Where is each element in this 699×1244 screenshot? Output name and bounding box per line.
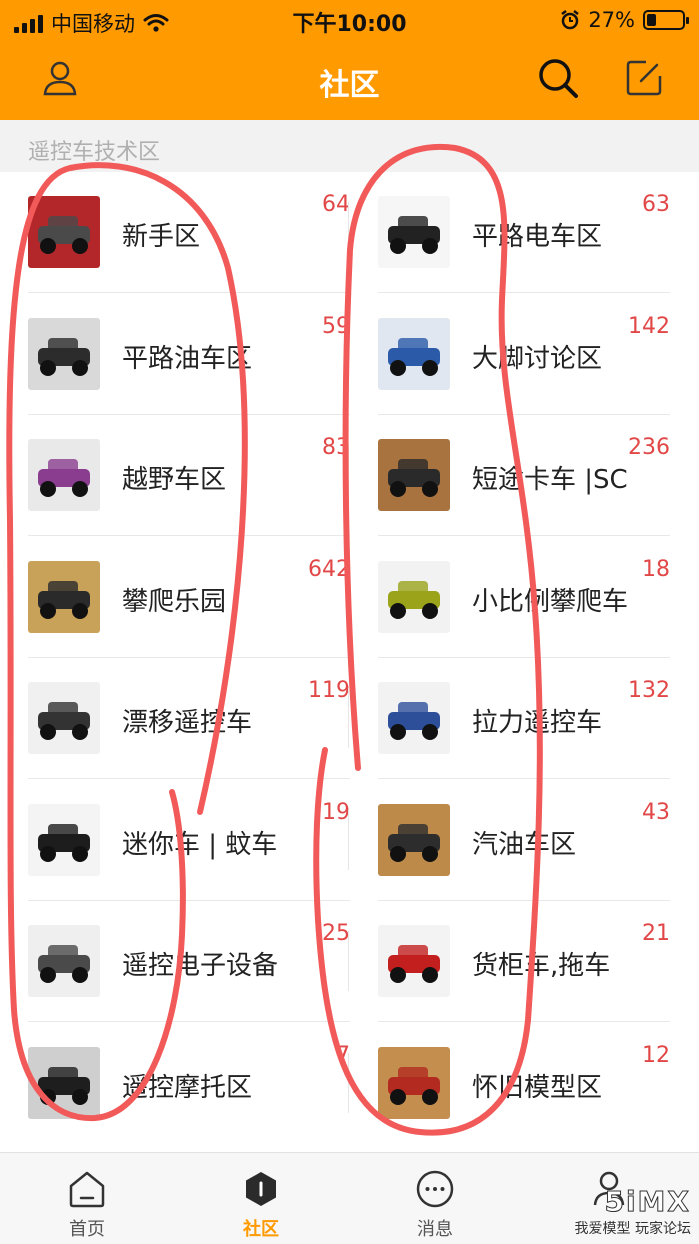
tab-community[interactable]: 社区 xyxy=(174,1153,348,1244)
forum-item[interactable]: 怀旧模型区 12 xyxy=(378,1023,670,1144)
forum-item[interactable]: 攀爬乐园 642 xyxy=(28,537,350,658)
column-divider xyxy=(348,688,349,748)
column-divider xyxy=(348,931,349,991)
forum-post-count: 43 xyxy=(642,799,670,825)
forum-name: 汽油车区 xyxy=(472,829,577,860)
tab-messages-label: 消息 xyxy=(417,1219,453,1240)
forum-thumbnail xyxy=(28,439,100,511)
forum-thumbnail xyxy=(378,560,450,633)
forum-name: 漂移遥控车 xyxy=(122,708,253,738)
forum-name: 平路油车区 xyxy=(122,343,253,374)
forum-item[interactable]: 大脚讨论区 142 xyxy=(378,294,670,415)
forum-name: 拉力遥控车 xyxy=(472,708,603,738)
tab-messages[interactable]: 消息 xyxy=(348,1153,522,1244)
forum-name: 怀旧模型区 xyxy=(472,1072,603,1103)
forum-item[interactable]: 短途卡车 |SC 236 xyxy=(378,415,670,536)
forum-post-count: 59 xyxy=(322,313,350,339)
forum-item[interactable]: 越野车区 83 xyxy=(28,415,350,536)
forum-item[interactable]: 遥控电子设备 25 xyxy=(28,901,350,1022)
tab-home[interactable]: 首页 xyxy=(0,1153,174,1244)
forum-name: 攀爬乐园 xyxy=(122,586,227,617)
forum-thumbnail xyxy=(378,196,450,268)
forum-item[interactable]: 迷你车 | 蚊车 19 xyxy=(28,780,350,901)
status-right: 27% xyxy=(560,8,689,32)
forum-item[interactable]: 新手区 64 xyxy=(28,172,350,293)
status-bar: 中国移动 下午10:00 27% xyxy=(0,0,699,40)
forum-item[interactable]: 拉力遥控车 132 xyxy=(378,658,670,779)
column-divider xyxy=(348,1052,349,1113)
column-divider xyxy=(348,566,349,627)
forum-item[interactable]: 汽油车区 43 xyxy=(378,780,670,901)
forum-post-count: 19 xyxy=(322,799,350,825)
forum-item[interactable]: 平路电车区 63 xyxy=(378,172,670,293)
bottom-tab-bar: 首页 社区 消息 5iMX 我爱模型 玩家论坛 xyxy=(0,1152,699,1244)
forum-post-count: 119 xyxy=(308,678,350,703)
community-icon xyxy=(246,1172,276,1206)
column-divider xyxy=(348,323,349,384)
tab-community-label: 社区 xyxy=(243,1219,279,1240)
forum-thumbnail xyxy=(378,682,450,754)
forum-name: 遥控电子设备 xyxy=(122,951,279,981)
forum-post-count: 64 xyxy=(322,192,350,217)
forum-thumbnail xyxy=(28,925,100,997)
column-divider xyxy=(348,445,349,505)
column-divider xyxy=(348,202,349,262)
forum-post-count: 642 xyxy=(308,556,350,582)
home-icon xyxy=(69,1171,105,1208)
forum-name: 遥控摩托区 xyxy=(122,1072,253,1103)
forum-thumbnail xyxy=(28,803,100,876)
forum-post-count: 132 xyxy=(628,678,670,703)
forum-post-count: 83 xyxy=(322,435,350,460)
forum-name: 平路电车区 xyxy=(472,222,603,252)
forum-post-count: 142 xyxy=(628,313,670,339)
forum-name: 迷你车 | 蚊车 xyxy=(122,829,278,860)
forum-post-count: 25 xyxy=(322,921,350,946)
app-header: 社区 xyxy=(0,40,699,120)
forum-thumbnail xyxy=(28,682,100,754)
forum-item[interactable]: 货柜车,拖车 21 xyxy=(378,901,670,1022)
battery-percent: 27% xyxy=(588,8,635,32)
forum-post-count: 12 xyxy=(642,1042,670,1068)
forum-name: 越野车区 xyxy=(122,465,227,495)
forum-thumbnail xyxy=(28,196,100,268)
forum-thumbnail xyxy=(378,803,450,876)
forum-post-count: 18 xyxy=(642,556,670,582)
forum-item[interactable]: 平路油车区 59 xyxy=(28,294,350,415)
forum-name: 短途卡车 |SC xyxy=(472,465,628,495)
edit-icon[interactable] xyxy=(622,56,666,100)
message-icon xyxy=(416,1170,454,1208)
forum-thumbnail xyxy=(28,560,100,633)
forum-thumbnail xyxy=(378,439,450,511)
forum-name: 小比例攀爬车 xyxy=(472,586,629,617)
section-header: 遥控车技术区 xyxy=(0,120,699,172)
forum-item[interactable]: 漂移遥控车 119 xyxy=(28,658,350,779)
alarm-icon xyxy=(561,10,580,30)
forum-item[interactable]: 小比例攀爬车 18 xyxy=(378,537,670,658)
battery-icon xyxy=(643,10,689,30)
forum-post-count: 63 xyxy=(642,192,670,217)
forum-name: 新手区 xyxy=(122,222,201,252)
tab-home-label: 首页 xyxy=(69,1219,105,1240)
forum-thumbnail xyxy=(28,317,100,390)
forum-name: 货柜车,拖车 xyxy=(472,951,611,981)
forum-name: 大脚讨论区 xyxy=(472,343,603,374)
watermark: 5iMX 我爱模型 玩家论坛 xyxy=(574,1185,691,1238)
forum-item[interactable]: 遥控摩托区 7 xyxy=(28,1023,350,1144)
forum-thumbnail xyxy=(28,1046,100,1119)
forum-post-count: 236 xyxy=(628,435,670,460)
column-divider xyxy=(348,809,349,870)
forum-thumbnail xyxy=(378,1046,450,1119)
search-icon[interactable] xyxy=(536,56,580,100)
forum-post-count: 21 xyxy=(642,921,670,946)
forum-thumbnail xyxy=(378,317,450,390)
page-title: 社区 xyxy=(319,68,380,103)
forum-thumbnail xyxy=(378,925,450,997)
